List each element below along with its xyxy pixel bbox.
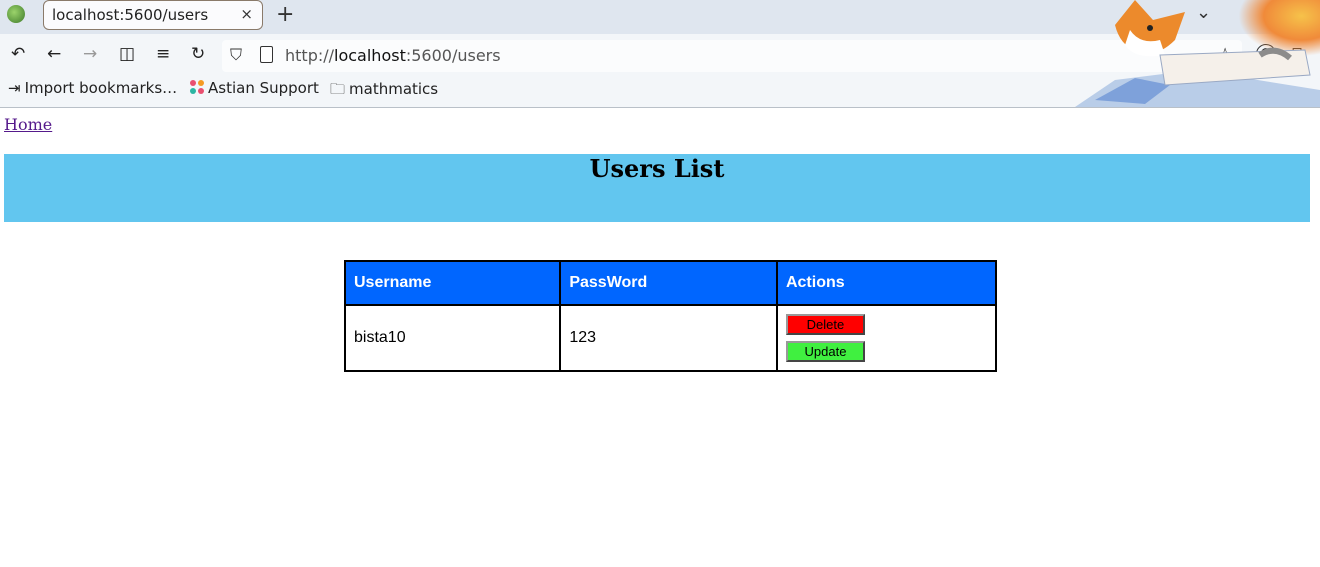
page-title: Users List: [589, 154, 725, 183]
table-header-row: Username PassWord Actions: [343, 260, 998, 306]
column-header-password: PassWord: [559, 260, 778, 306]
bookmark-star-icon[interactable]: ☆: [1216, 43, 1234, 67]
cell-username: bista10: [343, 304, 562, 372]
delete-button[interactable]: Delete: [785, 314, 865, 335]
bookmark-mathmatics[interactable]: 🗀 mathmatics: [330, 79, 438, 104]
forward-icon[interactable]: →: [83, 44, 97, 64]
browser-chrome: localhost:5600/users × + ⌄ ↶ ← → ◫ ≡ ↻ ⛉…: [0, 0, 1320, 108]
list-tabs-chevron-icon[interactable]: ⌄: [1196, 2, 1211, 23]
sidebar-icon[interactable]: ◫: [119, 44, 135, 64]
import-icon: ⇥: [8, 79, 21, 97]
tab-close-icon[interactable]: ×: [240, 5, 253, 23]
cell-password: 123: [559, 304, 778, 372]
bookmark-astian-support[interactable]: Astian Support: [190, 79, 319, 97]
new-tab-icon[interactable]: +: [276, 2, 294, 27]
url-bar[interactable]: ⛉ http://localhost:5600/users ☆: [222, 40, 1242, 72]
cell-actions: Delete Update: [775, 304, 998, 372]
folder-icon: 🗀: [330, 80, 346, 98]
column-header-actions: Actions: [775, 260, 998, 306]
undo-close-icon[interactable]: ↶: [11, 44, 25, 64]
update-button[interactable]: Update: [785, 341, 865, 362]
account-icon[interactable]: ☺: [1256, 44, 1276, 64]
page-info-icon[interactable]: [260, 46, 273, 63]
bookmarks-bar: ⇥ Import bookmarks… Astian Support 🗀 mathm…: [0, 79, 1320, 103]
bookmark-import[interactable]: ⇥ Import bookmarks…: [8, 79, 177, 97]
astian-icon: [190, 80, 204, 94]
tab-strip: localhost:5600/users × + ⌄: [0, 0, 1320, 34]
tab-active[interactable]: localhost:5600/users ×: [43, 0, 263, 30]
table-row: bista10 123 Delete Update: [343, 304, 998, 372]
page-banner: Users List: [4, 154, 1310, 222]
url-text[interactable]: http://localhost:5600/users: [285, 46, 501, 65]
back-icon[interactable]: ←: [47, 44, 61, 64]
tracking-shield-icon[interactable]: ⛉: [230, 45, 242, 65]
users-table: Username PassWord Actions bista10 123 De…: [343, 260, 998, 372]
home-link[interactable]: Home: [4, 115, 52, 134]
reader-list-icon[interactable]: ≡: [156, 44, 170, 64]
extensions-icon[interactable]: ⧉: [1292, 44, 1304, 64]
browser-logo-icon[interactable]: [7, 5, 25, 23]
tab-title: localhost:5600/users: [52, 6, 209, 24]
column-header-username: Username: [343, 260, 562, 306]
reload-icon[interactable]: ↻: [191, 44, 205, 64]
